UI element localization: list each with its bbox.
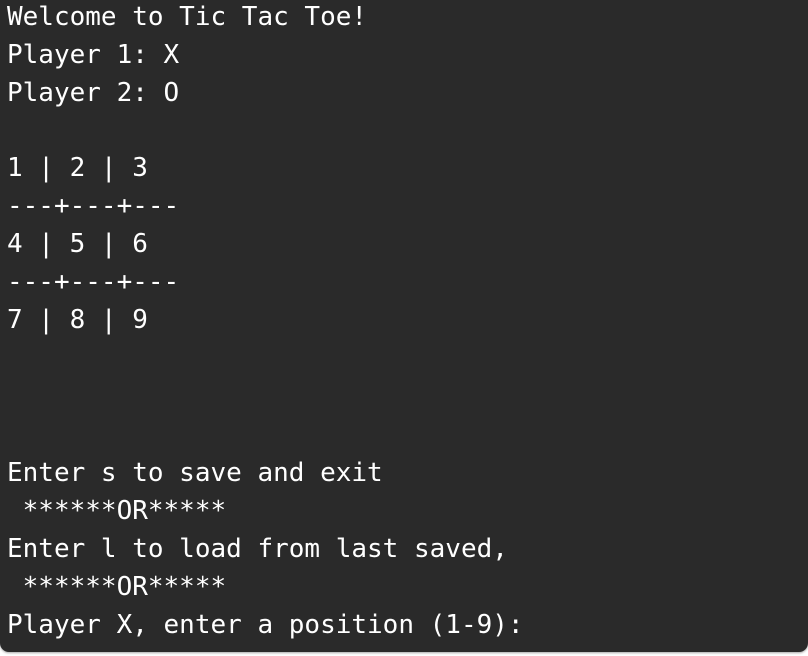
board-row-2: 4 | 5 | 6 bbox=[7, 229, 148, 259]
position-prompt: Player X, enter a position (1-9): bbox=[7, 610, 524, 640]
or-separator-2: ******OR***** bbox=[7, 572, 227, 602]
load-instruction: Enter l to load from last saved, bbox=[7, 534, 508, 564]
terminal-window[interactable]: Welcome to Tic Tac Toe! Player 1: X Play… bbox=[0, 0, 808, 652]
board-separator-1: ---+---+--- bbox=[7, 191, 180, 221]
player-2-assignment: Player 2: O bbox=[7, 78, 180, 108]
board-row-3: 7 | 8 | 9 bbox=[7, 305, 148, 335]
board-row-1: 1 | 2 | 3 bbox=[7, 153, 148, 183]
or-separator-1: ******OR***** bbox=[7, 496, 227, 526]
terminal-input[interactable] bbox=[540, 611, 790, 641]
save-instruction: Enter s to save and exit bbox=[7, 458, 383, 488]
player-1-assignment: Player 1: X bbox=[7, 40, 180, 70]
board-separator-2: ---+---+--- bbox=[7, 267, 180, 297]
welcome-message: Welcome to Tic Tac Toe! bbox=[7, 2, 368, 32]
